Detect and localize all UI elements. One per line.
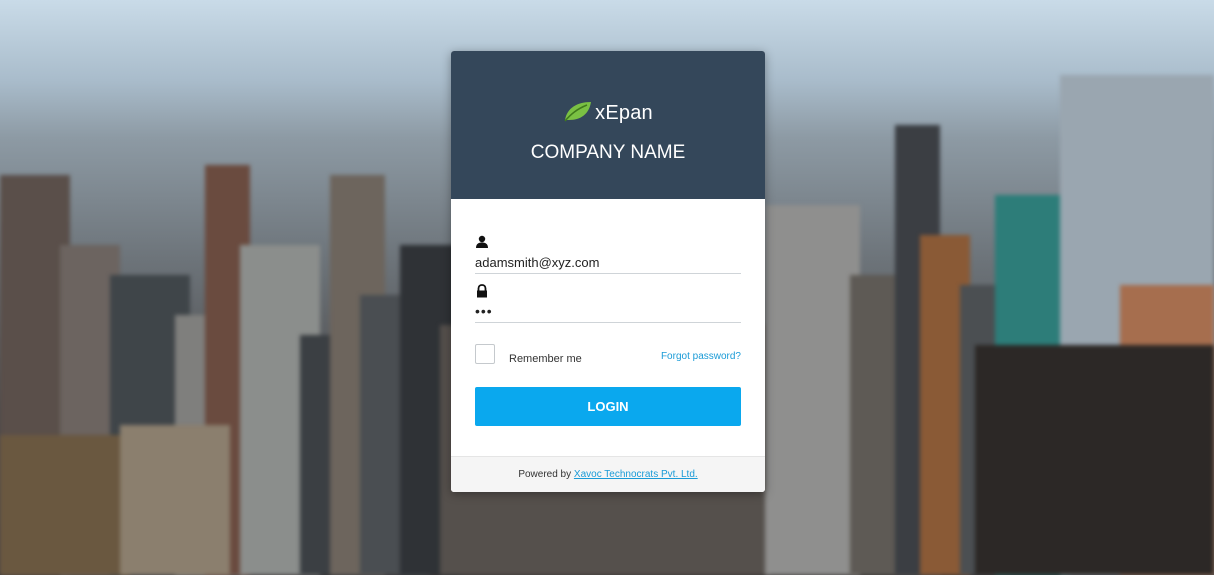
- company-link[interactable]: Xavoc Technocrats Pvt. Ltd.: [574, 469, 698, 480]
- lock-icon: [475, 284, 489, 302]
- remember-label: Remember me: [509, 353, 582, 365]
- company-name: COMPANY NAME: [530, 142, 686, 163]
- powered-by-text: Powered by: [518, 469, 572, 480]
- login-form: adamsmith@xyz.com ••• Remember me Forgot…: [475, 235, 741, 426]
- login-button[interactable]: LOGIN: [475, 387, 741, 426]
- login-header: xEpan COMPANY NAME: [451, 51, 765, 199]
- brand: xEpan: [451, 51, 765, 126]
- login-card: xEpan COMPANY NAME adamsmith@xyz.com •••: [451, 51, 765, 492]
- password-input[interactable]: •••: [475, 303, 741, 323]
- forgot-password-link[interactable]: Forgot password?: [661, 351, 741, 362]
- brand-name: xEpan: [595, 101, 653, 124]
- footer: Powered by Xavoc Technocrats Pvt. Ltd.: [451, 456, 765, 492]
- username-input[interactable]: adamsmith@xyz.com: [475, 254, 741, 274]
- user-icon: [475, 235, 489, 253]
- leaf-icon: [563, 100, 593, 127]
- remember-checkbox[interactable]: [475, 344, 495, 364]
